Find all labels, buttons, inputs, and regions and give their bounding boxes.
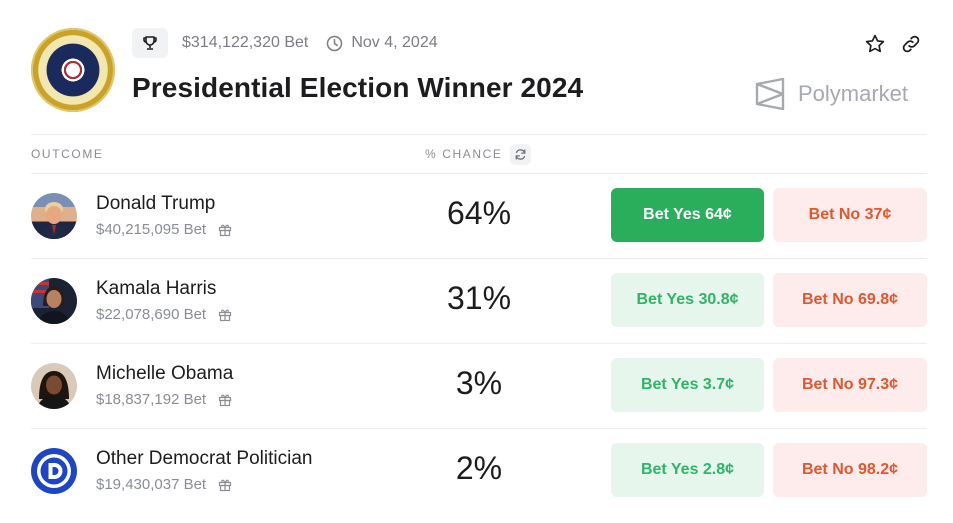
outcome-name: Kamala Harris xyxy=(96,278,217,299)
market-meta: $314,122,320 Bet Nov 4, 2024 xyxy=(132,28,438,58)
avatar xyxy=(31,363,77,409)
link-icon[interactable] xyxy=(899,32,923,56)
gift-icon[interactable] xyxy=(218,393,232,407)
clock-icon xyxy=(326,35,343,52)
avatar xyxy=(31,278,77,324)
presidential-seal xyxy=(31,28,115,112)
bet-yes-button[interactable]: Bet Yes 3.7¢ xyxy=(611,358,764,412)
bet-yes-button[interactable]: Bet Yes 30.8¢ xyxy=(611,273,764,327)
outcome-volume: $18,837,192 Bet xyxy=(96,391,232,408)
bet-yes-button[interactable]: Bet Yes 2.8¢ xyxy=(611,443,764,497)
outcome-volume-label: $19,430,037 Bet xyxy=(96,476,207,493)
refresh-icon[interactable] xyxy=(510,144,531,165)
outcome-chance: 31% xyxy=(446,280,512,316)
seal-eagle xyxy=(57,54,89,86)
avatar xyxy=(31,193,77,239)
polymarket-logo-icon xyxy=(754,77,786,111)
gift-icon[interactable] xyxy=(218,308,232,322)
outcome-chance: 64% xyxy=(446,195,512,231)
brand-name: Polymarket xyxy=(798,81,909,106)
polymarket-brand[interactable]: Polymarket xyxy=(754,77,908,111)
header-actions xyxy=(863,32,923,56)
market-card: $314,122,320 Bet Nov 4, 2024 Presidentia… xyxy=(0,0,953,523)
outcome-row: Donald Trump $40,215,095 Bet 64% Bet Yes… xyxy=(31,174,927,258)
democrat-logo-icon xyxy=(31,448,77,494)
outcome-volume: $19,430,037 Bet xyxy=(96,476,232,493)
bet-no-button[interactable]: Bet No 98.2¢ xyxy=(773,443,927,497)
column-outcome: OUTCOME xyxy=(31,147,104,161)
outcome-chance: 2% xyxy=(455,450,503,486)
total-volume: $314,122,320 Bet xyxy=(182,34,309,51)
outcome-row: Other Democrat Politician $19,430,037 Be… xyxy=(31,429,927,513)
outcome-volume-label: $22,078,690 Bet xyxy=(96,306,207,323)
outcome-volume: $22,078,690 Bet xyxy=(96,306,232,323)
bet-yes-button[interactable]: Bet Yes 64¢ xyxy=(611,188,764,242)
trophy-icon[interactable] xyxy=(132,28,168,58)
gift-icon[interactable] xyxy=(218,223,232,237)
end-date-label: Nov 4, 2024 xyxy=(351,34,438,51)
gift-icon[interactable] xyxy=(218,478,232,492)
outcome-name: Michelle Obama xyxy=(96,363,234,384)
outcome-chance: 3% xyxy=(455,365,503,401)
end-date: Nov 4, 2024 xyxy=(326,34,438,52)
bet-no-button[interactable]: Bet No 69.8¢ xyxy=(773,273,927,327)
outcome-row: Michelle Obama $18,837,192 Bet 3% Bet Ye… xyxy=(31,344,927,428)
market-title: Presidential Election Winner 2024 xyxy=(132,72,584,103)
outcome-volume-label: $40,215,095 Bet xyxy=(96,221,207,238)
bet-no-button[interactable]: Bet No 97.3¢ xyxy=(773,358,927,412)
header-divider xyxy=(31,134,927,135)
star-icon[interactable] xyxy=(863,32,887,56)
outcome-volume-label: $18,837,192 Bet xyxy=(96,391,207,408)
outcome-row: Kamala Harris $22,078,690 Bet 31% Bet Ye… xyxy=(31,259,927,343)
bet-no-button[interactable]: Bet No 37¢ xyxy=(773,188,927,242)
outcome-name: Other Democrat Politician xyxy=(96,448,313,469)
column-chance: % CHANCE xyxy=(425,147,503,161)
outcome-name: Donald Trump xyxy=(96,193,216,214)
outcome-volume: $40,215,095 Bet xyxy=(96,221,232,238)
